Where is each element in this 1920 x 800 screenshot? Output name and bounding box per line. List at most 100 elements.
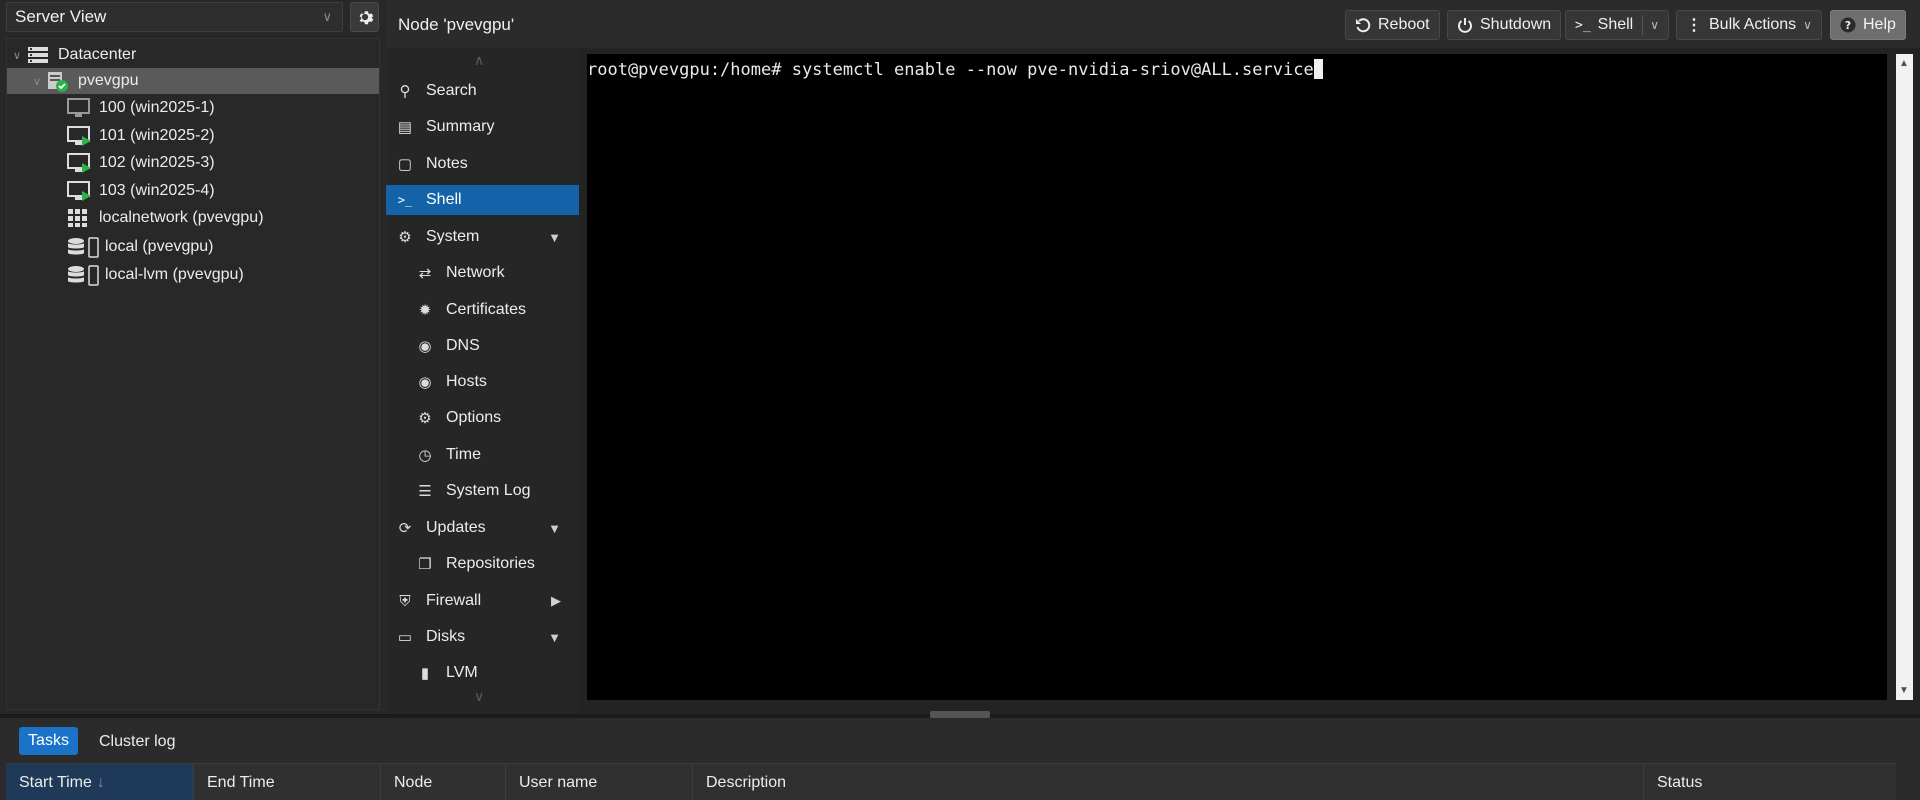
nav-item-summary[interactable]: ▤ Summary: [386, 112, 579, 142]
help-button[interactable]: ? Help: [1830, 10, 1906, 40]
column-label: User name: [519, 773, 598, 791]
expand-down-icon[interactable]: ▼: [548, 521, 561, 536]
nav-label: Search: [426, 82, 477, 99]
nav-item-disks[interactable]: ▭ Disks ▼: [386, 622, 579, 652]
sort-desc-icon: ↓: [96, 773, 105, 791]
reboot-button[interactable]: Reboot: [1345, 10, 1440, 40]
terminal-icon: >_: [397, 193, 413, 207]
nav-item-system[interactable]: ⚙ System ▼: [386, 222, 579, 252]
tree-label-network: localnetwork (pvevgpu): [99, 209, 264, 226]
svg-text:?: ?: [1845, 19, 1851, 32]
shutdown-label: Shutdown: [1480, 16, 1552, 33]
nav-label: Network: [446, 264, 505, 281]
column-label: Start Time: [19, 773, 92, 791]
nav-label: Time: [446, 446, 481, 463]
hdd-icon: ▭: [397, 629, 413, 646]
tree-node-storage-local-lvm[interactable]: local-lvm (pvevgpu): [7, 262, 379, 288]
nav-label: System: [426, 228, 480, 245]
view-settings-button[interactable]: [350, 2, 379, 32]
chevron-down-icon[interactable]: ∨: [1650, 18, 1659, 32]
nav-label: Disks: [426, 628, 466, 645]
tree-node-vm-100[interactable]: 100 (win2025-1): [7, 95, 379, 121]
nav-item-certificates[interactable]: ✹ Certificates: [386, 295, 579, 325]
nav-item-dns[interactable]: ◉ DNS: [386, 331, 579, 361]
tree-label-storage: local-lvm (pvevgpu): [105, 266, 244, 283]
bulk-actions-button[interactable]: ⋮ Bulk Actions ∨: [1676, 10, 1822, 40]
terminal-screen[interactable]: root@pvevgpu:/home# systemctl enable --n…: [587, 54, 1887, 700]
tree-node-vm-103[interactable]: 103 (win2025-4): [7, 178, 379, 204]
shutdown-button[interactable]: Shutdown: [1447, 10, 1562, 40]
nav-label: Hosts: [446, 373, 487, 390]
column-user-name[interactable]: User name: [506, 764, 693, 800]
tree-label-datacenter: Datacenter: [58, 46, 137, 63]
tree-label-storage: local (pvevgpu): [105, 238, 214, 255]
expand-right-icon[interactable]: ▶: [551, 593, 561, 609]
expand-down-icon[interactable]: ▼: [548, 630, 561, 645]
tree-node-vm-101[interactable]: 101 (win2025-2): [7, 123, 379, 149]
scroll-down-icon[interactable]: ∨: [474, 688, 484, 705]
nav-item-options[interactable]: ⚙ Options: [386, 403, 579, 433]
nav-label: Updates: [426, 519, 486, 536]
view-select-dropdown[interactable]: Server View ∨: [6, 2, 343, 32]
tree-label-vm: 101 (win2025-2): [99, 127, 215, 144]
tab-tasks[interactable]: Tasks: [19, 727, 78, 755]
nav-item-hosts[interactable]: ◉ Hosts: [386, 367, 579, 397]
terminal-scrollbar[interactable]: ▲ ▼: [1896, 54, 1913, 700]
datacenter-icon: [28, 47, 48, 63]
column-status[interactable]: Status: [1644, 764, 1896, 800]
shield-icon: ⛨: [399, 592, 411, 610]
nav-label: Firewall: [426, 592, 482, 609]
tree-node-vm-102[interactable]: 102 (win2025-3): [7, 150, 379, 176]
tab-cluster-log[interactable]: Cluster log: [99, 733, 175, 751]
tree-node-datacenter[interactable]: ∨ Datacenter: [7, 42, 379, 68]
nav-item-updates[interactable]: ⟳ Updates ▼: [386, 513, 579, 543]
scroll-up-icon[interactable]: ∧: [474, 52, 484, 69]
nav-item-system-log[interactable]: ☰ System Log: [386, 476, 579, 506]
nav-item-time[interactable]: ◷ Time: [386, 440, 579, 470]
tree-node-storage-local[interactable]: local (pvevgpu): [7, 234, 379, 260]
tree-label-pvevgpu: pvevgpu: [78, 72, 139, 89]
tree-node-localnetwork[interactable]: localnetwork (pvevgpu): [7, 205, 379, 231]
panel-resize-handle[interactable]: [930, 711, 990, 718]
vm-running-icon: [67, 126, 91, 146]
tree-label-vm: 102 (win2025-3): [99, 154, 215, 171]
scroll-up-icon[interactable]: ▲: [1899, 58, 1909, 69]
nav-item-lvm[interactable]: ▮ LVM: [386, 658, 579, 688]
scroll-down-icon[interactable]: ▼: [1899, 685, 1909, 696]
expand-down-icon[interactable]: ▼: [548, 230, 561, 245]
nav-item-network[interactable]: ⇄ Network: [386, 258, 579, 288]
notes-icon: ▢: [397, 156, 413, 173]
column-start-time[interactable]: Start Time ↓: [6, 764, 194, 800]
list-icon: ☰: [418, 483, 432, 500]
cogs-icon: ⚙: [398, 229, 412, 246]
node-online-icon: [48, 72, 68, 92]
terminal-icon: >_: [1575, 17, 1591, 33]
shell-split-button[interactable]: >_ Shell ∨: [1565, 10, 1670, 40]
nav-item-shell[interactable]: >_ Shell: [386, 185, 579, 215]
collapse-icon[interactable]: ∨: [13, 49, 21, 62]
nav-item-firewall[interactable]: ⛨ Firewall ▶: [386, 586, 579, 616]
column-label: Status: [1657, 773, 1703, 791]
power-icon: [1458, 18, 1472, 33]
column-node[interactable]: Node: [381, 764, 506, 800]
collapse-icon[interactable]: ∨: [33, 75, 41, 88]
nav-item-repositories[interactable]: ❐ Repositories: [386, 549, 579, 579]
nav-label: Notes: [426, 155, 468, 172]
storage-icon: [68, 265, 99, 286]
tree-node-pvevgpu[interactable]: ∨ pvevgpu: [7, 68, 379, 94]
nav-item-search[interactable]: ⚲ Search: [386, 76, 579, 106]
vm-running-icon: [67, 181, 91, 201]
terminal-cursor: [1313, 59, 1323, 79]
tasks-grid-header: Start Time ↓ End Time Node User name Des…: [6, 763, 1896, 800]
nav-item-notes[interactable]: ▢ Notes: [386, 149, 579, 179]
nav-label: Options: [446, 409, 502, 426]
help-label: Help: [1863, 16, 1896, 33]
column-label: End Time: [207, 773, 275, 791]
exchange-icon: ⇄: [418, 265, 432, 282]
tasks-panel: Tasks Cluster log Start Time ↓ End Time …: [0, 718, 1920, 800]
chevron-down-icon: ∨: [322, 9, 332, 24]
column-end-time[interactable]: End Time: [194, 764, 381, 800]
split-divider: [1642, 15, 1644, 35]
column-description[interactable]: Description: [693, 764, 1644, 800]
node-nav-menu: ∧ ⚲ Search ▤ Summary ▢ Notes >_ Shell ⚙ …: [386, 48, 579, 714]
